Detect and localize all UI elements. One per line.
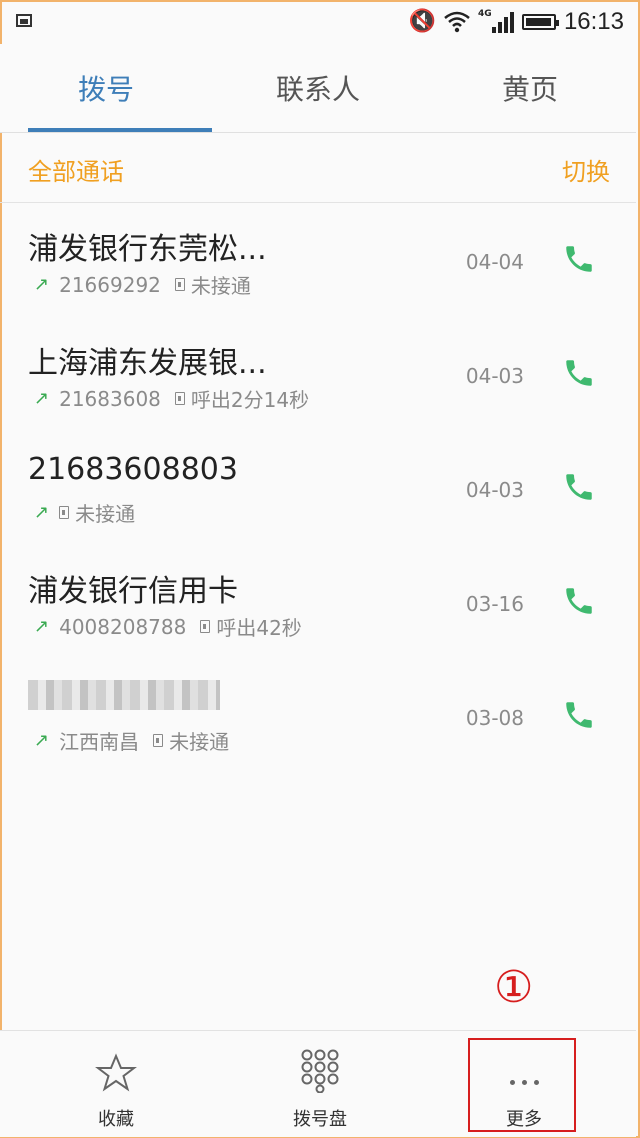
caller-number: 4008208788 bbox=[59, 614, 187, 639]
outgoing-arrow-icon: ↗ bbox=[34, 274, 50, 295]
annotation-highlight-box bbox=[468, 1038, 576, 1132]
call-status: 未接通 bbox=[75, 502, 136, 526]
network-type: 4G bbox=[477, 9, 492, 19]
call-log-list: 浦发银行东莞松... ↗ 21669292 未接通 04-04 上海浦东发展银.… bbox=[0, 204, 636, 774]
call-status: 未接通 bbox=[190, 274, 251, 298]
caller-number: 21669292 bbox=[59, 272, 161, 297]
mute-icon: 🔇 bbox=[408, 9, 436, 34]
call-log-row[interactable]: 浦发银行信用卡 ↗ 4008208788 呼出42秒 03-16 bbox=[0, 546, 636, 660]
caller-name: 浦发银行信用卡 bbox=[28, 574, 238, 609]
blurred-name bbox=[28, 680, 220, 710]
favorites-label: 收藏 bbox=[98, 1109, 134, 1130]
switch-button[interactable]: 切换 bbox=[562, 152, 610, 187]
call-status: 呼出2分14秒 bbox=[190, 388, 310, 412]
favorites-button[interactable]: 收藏 bbox=[66, 1031, 166, 1137]
call-log-row[interactable]: 21683608803 ↗ 未接通 04-03 bbox=[0, 432, 636, 546]
star-icon bbox=[95, 1053, 137, 1092]
tab-contacts[interactable]: 联系人 bbox=[212, 44, 424, 132]
phone-icon[interactable] bbox=[562, 356, 596, 390]
status-right: 🔇 4G 16:13 bbox=[409, 6, 624, 38]
call-details: ↗ 未接通 bbox=[34, 498, 135, 527]
signal-icon: 4G bbox=[477, 9, 514, 33]
call-status: 未接通 bbox=[169, 730, 230, 754]
caller-name: 21683608803 bbox=[28, 452, 238, 487]
call-details: ↗ 21683608 呼出2分14秒 bbox=[34, 384, 309, 413]
phone-icon[interactable] bbox=[562, 584, 596, 618]
call-log-row[interactable]: ↗ 江西南昌 未接通 03-08 bbox=[0, 660, 636, 774]
call-log-row[interactable]: 浦发银行东莞松... ↗ 21669292 未接通 04-04 bbox=[0, 204, 636, 318]
sim-card-icon bbox=[59, 506, 70, 519]
caller-name-blurred bbox=[28, 680, 220, 718]
outgoing-arrow-icon: ↗ bbox=[34, 616, 50, 637]
tab-dial[interactable]: 拨号 bbox=[0, 44, 212, 132]
image-notification-icon bbox=[16, 14, 32, 27]
call-date: 03-16 bbox=[465, 592, 524, 616]
status-bar: 🔇 4G 16:13 bbox=[0, 0, 636, 44]
all-calls-filter[interactable]: 全部通话 bbox=[28, 152, 124, 187]
dialpad-icon bbox=[301, 1049, 339, 1093]
call-filter-row: 全部通话 切换 bbox=[0, 134, 636, 203]
phone-icon[interactable] bbox=[562, 698, 596, 732]
outgoing-arrow-icon: ↗ bbox=[34, 730, 50, 751]
wifi-icon bbox=[444, 11, 470, 33]
call-log-row[interactable]: 上海浦东发展银... ↗ 21683608 呼出2分14秒 04-03 bbox=[0, 318, 636, 432]
call-date: 04-03 bbox=[465, 364, 524, 388]
sim-card-icon bbox=[200, 620, 211, 633]
call-date: 04-04 bbox=[465, 250, 524, 274]
caller-number: 21683608 bbox=[59, 386, 161, 411]
outgoing-arrow-icon: ↗ bbox=[34, 388, 50, 409]
call-date: 03-08 bbox=[465, 706, 524, 730]
call-details: ↗ 4008208788 呼出42秒 bbox=[34, 612, 302, 641]
sim-card-icon bbox=[174, 278, 185, 291]
phone-icon[interactable] bbox=[562, 242, 596, 276]
call-date: 04-03 bbox=[465, 478, 524, 502]
battery-icon bbox=[521, 14, 559, 30]
tab-yellow-pages[interactable]: 黄页 bbox=[424, 44, 636, 132]
annotation-marker: ① bbox=[494, 962, 534, 1013]
caller-name: 浦发银行东莞松... bbox=[28, 232, 267, 267]
phone-icon[interactable] bbox=[562, 470, 596, 504]
outgoing-arrow-icon: ↗ bbox=[34, 502, 50, 523]
caller-name: 上海浦东发展银... bbox=[28, 346, 267, 381]
caller-location: 江西南昌 bbox=[59, 730, 140, 754]
call-details: ↗ 21669292 未接通 bbox=[34, 270, 251, 299]
status-time: 16:13 bbox=[563, 8, 624, 35]
dialpad-button[interactable]: 拨号盘 bbox=[270, 1031, 370, 1137]
call-details: ↗ 江西南昌 未接通 bbox=[34, 726, 229, 755]
call-status: 呼出42秒 bbox=[216, 616, 302, 640]
tab-bar: 拨号 联系人 黄页 bbox=[0, 44, 636, 133]
dialpad-label: 拨号盘 bbox=[293, 1109, 347, 1130]
sim-card-icon bbox=[174, 392, 185, 405]
sim-card-icon bbox=[153, 734, 164, 747]
